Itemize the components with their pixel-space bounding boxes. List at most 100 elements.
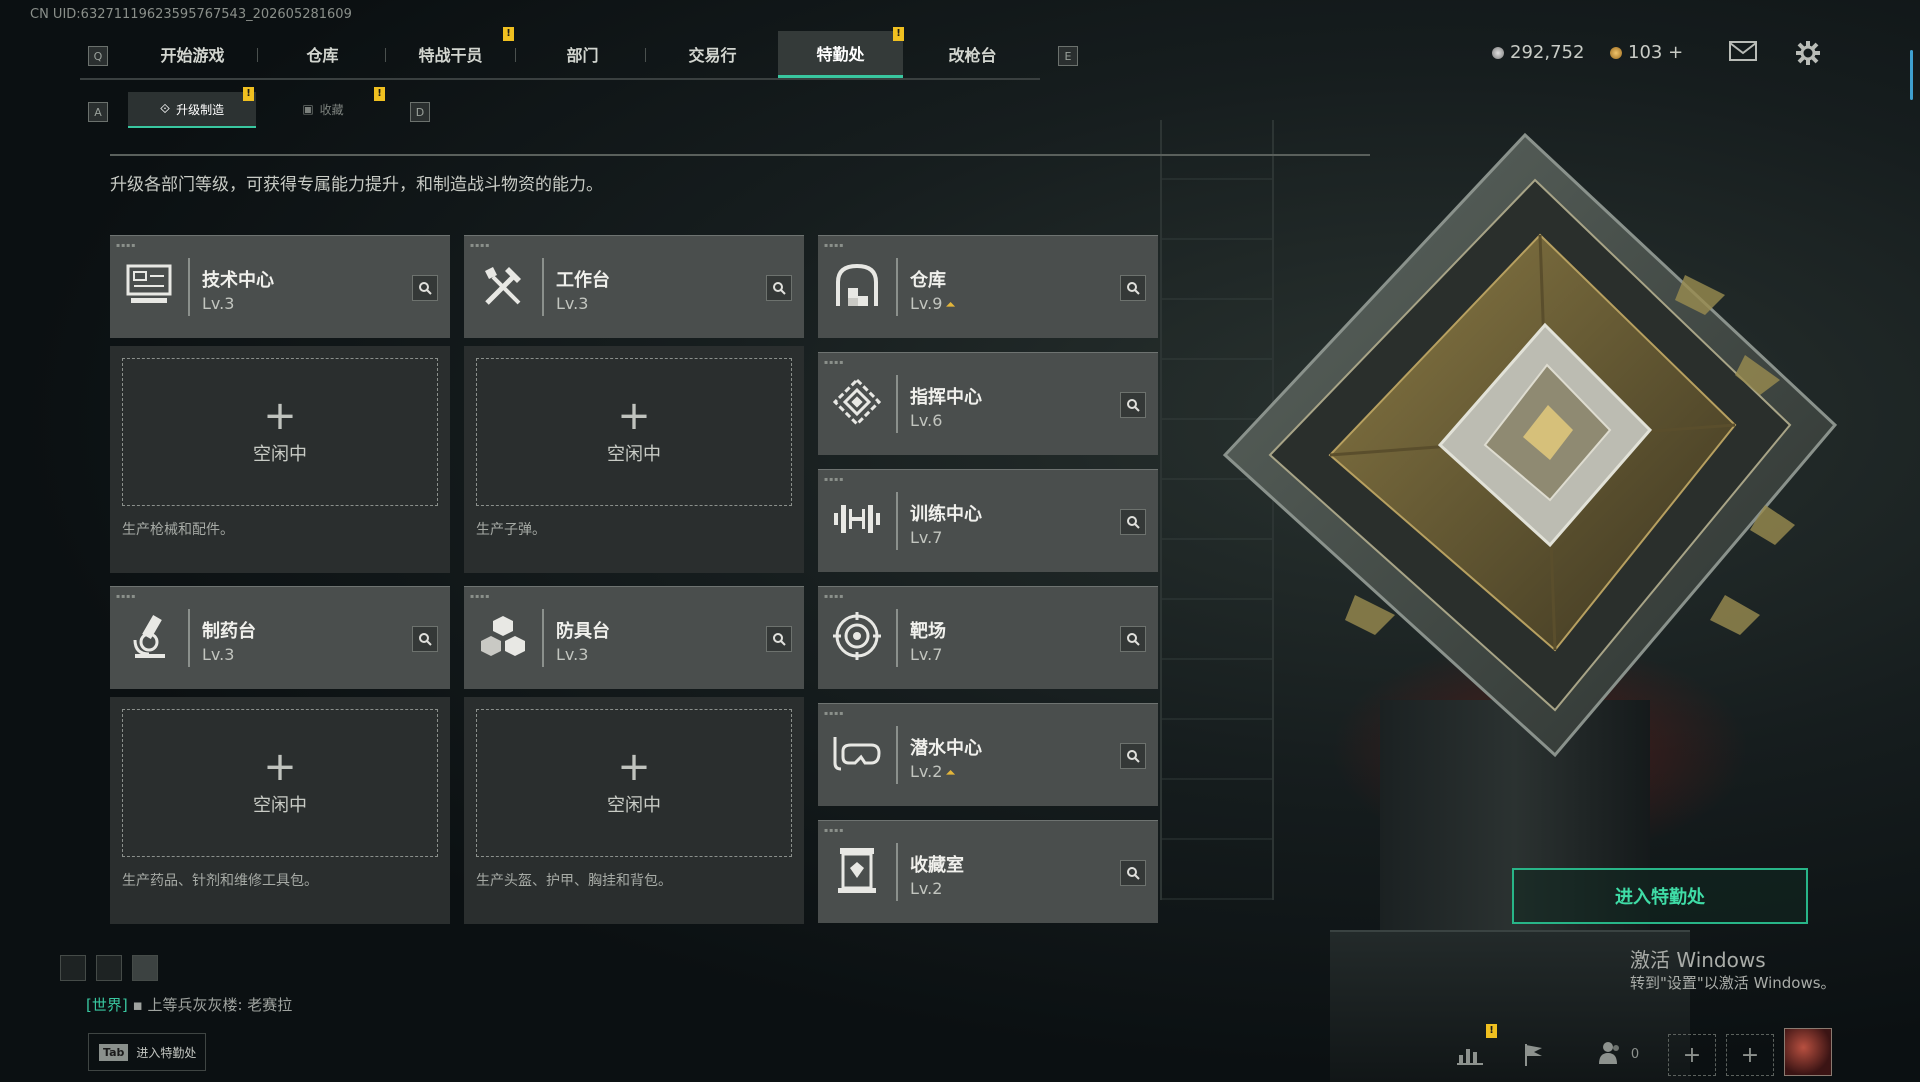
add-production-button[interactable]: + 空闲中 bbox=[122, 709, 438, 857]
search-icon[interactable] bbox=[1120, 275, 1146, 301]
tab-operators[interactable]: 特战干员 bbox=[398, 31, 503, 77]
card-tag: ▪▪▪▪ bbox=[824, 827, 845, 834]
flag-icon[interactable] bbox=[1516, 1034, 1552, 1074]
tab-department[interactable]: 部门 bbox=[530, 31, 635, 77]
search-icon[interactable] bbox=[1120, 743, 1146, 769]
slot-status: 空闲中 bbox=[607, 795, 661, 816]
card-divider bbox=[896, 375, 898, 433]
station-card-pharmacy[interactable]: ▪▪▪▪ 制药台 Lv.3 bbox=[110, 586, 450, 689]
station-card-tech-center[interactable]: ▪▪▪▪ 技术中心 Lv.3 bbox=[110, 235, 450, 338]
card-divider bbox=[188, 609, 190, 667]
station-name: 工作台 bbox=[556, 270, 610, 291]
department-card-collection-room[interactable]: ▪▪▪▪ 收藏室 Lv.2 bbox=[818, 820, 1158, 923]
department-name: 收藏室 bbox=[910, 855, 964, 876]
slot-status: 空闲中 bbox=[253, 444, 307, 465]
tools-icon bbox=[476, 258, 530, 312]
collection-icon: ▣ bbox=[302, 102, 314, 116]
search-icon[interactable] bbox=[412, 626, 438, 652]
friends-icon bbox=[1597, 1040, 1623, 1068]
chat-message[interactable]: [世界] ▪ 上等兵灰灰楼: 老赛拉 bbox=[86, 994, 292, 1015]
chat-channel-toggle[interactable] bbox=[96, 955, 122, 981]
gold-currency[interactable]: 103 + bbox=[1610, 42, 1683, 63]
station-card-workbench[interactable]: ▪▪▪▪ 工作台 Lv.3 bbox=[464, 235, 804, 338]
slot-description: 生产子弹。 bbox=[476, 522, 546, 538]
station-level: Lv.3 bbox=[556, 645, 589, 664]
silver-currency[interactable]: 292,752 bbox=[1492, 42, 1584, 63]
station-card-armor-bench[interactable]: ▪▪▪▪ 防具台 Lv.3 bbox=[464, 586, 804, 689]
add-production-button[interactable]: + 空闲中 bbox=[122, 358, 438, 506]
subtab-upgrade-craft[interactable]: ⟐ 升级制造 bbox=[128, 92, 256, 128]
department-card-shooting-range[interactable]: ▪▪▪▪ 靶场 Lv.7 bbox=[818, 586, 1158, 689]
key-hint-q: Q bbox=[88, 46, 108, 66]
gear-icon[interactable] bbox=[1793, 40, 1823, 66]
alert-badge: ! bbox=[893, 27, 904, 41]
tab-safehouse[interactable]: 特勤处 bbox=[778, 31, 903, 78]
slot-status: 空闲中 bbox=[253, 795, 307, 816]
search-icon[interactable] bbox=[766, 275, 792, 301]
upgrade-icon: ⟐ bbox=[159, 101, 171, 117]
department-name: 训练中心 bbox=[910, 504, 982, 525]
production-slot-armor-bench: + 空闲中 生产头盔、护甲、胸挂和背包。 bbox=[464, 697, 804, 924]
tab-gunsmith[interactable]: 改枪台 bbox=[915, 31, 1030, 77]
search-icon[interactable] bbox=[1120, 860, 1146, 886]
chat-channel-toggle[interactable] bbox=[132, 955, 158, 981]
slot-description: 生产药品、针剂和维修工具包。 bbox=[122, 873, 318, 889]
search-icon[interactable] bbox=[412, 275, 438, 301]
card-tag: ▪▪▪▪ bbox=[470, 593, 491, 600]
add-teammate-button[interactable]: + bbox=[1668, 1034, 1716, 1076]
search-icon[interactable] bbox=[1120, 392, 1146, 418]
level-text: Lv.9 bbox=[910, 294, 943, 313]
department-card-training-center[interactable]: ▪▪▪▪ 训练中心 Lv.7 bbox=[818, 469, 1158, 572]
search-icon[interactable] bbox=[766, 626, 792, 652]
department-name: 仓库 bbox=[910, 270, 946, 291]
silver-amount: 292,752 bbox=[1510, 42, 1585, 63]
microscope-icon bbox=[122, 609, 176, 663]
department-level: Lv.6 bbox=[910, 411, 943, 430]
department-card-diving-center[interactable]: ▪▪▪▪ 潜水中心 Lv.2 ⏶ bbox=[818, 703, 1158, 806]
station-level: Lv.3 bbox=[202, 294, 235, 313]
tab-warehouse[interactable]: 仓库 bbox=[270, 31, 375, 77]
subtab-collection[interactable]: ▣ 收藏 bbox=[268, 92, 378, 126]
tab-hint-label: 进入特勤处 bbox=[136, 1045, 197, 1060]
production-slot-pharmacy: + 空闲中 生产药品、针剂和维修工具包。 bbox=[110, 697, 450, 924]
alert-badge: ! bbox=[243, 87, 254, 101]
card-tag: ▪▪▪▪ bbox=[116, 593, 137, 600]
card-divider bbox=[896, 492, 898, 550]
station-level: Lv.3 bbox=[556, 294, 589, 313]
department-card-warehouse[interactable]: ▪▪▪▪ 仓库 Lv.9 ⏶ bbox=[818, 235, 1158, 338]
tab-separator bbox=[385, 48, 386, 62]
armor-blocks-icon bbox=[476, 609, 530, 663]
tab-trade[interactable]: 交易行 bbox=[660, 31, 765, 77]
tab-key-hint[interactable]: Tab 进入特勤处 bbox=[88, 1033, 206, 1071]
add-teammate-button[interactable]: + bbox=[1726, 1034, 1774, 1076]
friends-button[interactable]: 0 bbox=[1588, 1034, 1648, 1074]
tab-start-game[interactable]: 开始游戏 bbox=[140, 31, 245, 77]
department-level: Lv.2 bbox=[910, 879, 943, 898]
windows-activation-title: 激活 Windows bbox=[1630, 948, 1766, 972]
card-divider bbox=[896, 258, 898, 316]
scroll-indicator bbox=[1910, 50, 1913, 100]
plus-icon: + bbox=[617, 393, 651, 439]
department-card-command-center[interactable]: ▪▪▪▪ 指挥中心 Lv.6 bbox=[818, 352, 1158, 455]
plus-icon: + bbox=[1740, 1042, 1760, 1068]
player-uid: CN UID:632711196235957675​43_20260528160… bbox=[30, 7, 352, 22]
department-name: 潜水中心 bbox=[910, 738, 982, 759]
department-level: Lv.7 bbox=[910, 528, 943, 547]
gold-amount: 103 + bbox=[1628, 42, 1684, 63]
computer-icon bbox=[122, 258, 176, 312]
friends-count: 0 bbox=[1630, 1046, 1640, 1062]
search-icon[interactable] bbox=[1120, 509, 1146, 535]
card-divider bbox=[896, 609, 898, 667]
search-icon[interactable] bbox=[1120, 626, 1146, 652]
dumbbell-icon bbox=[830, 492, 884, 546]
avatar[interactable] bbox=[1784, 1028, 1832, 1076]
stats-icon[interactable] bbox=[1452, 1034, 1488, 1074]
diving-mask-icon bbox=[830, 726, 884, 780]
mail-icon[interactable] bbox=[1728, 40, 1758, 66]
add-production-button[interactable]: + 空闲中 bbox=[476, 709, 792, 857]
chat-channel-toggle[interactable] bbox=[60, 955, 86, 981]
enter-safehouse-button[interactable]: 进入特勤处 bbox=[1512, 868, 1808, 924]
slot-description: 生产枪械和配件。 bbox=[122, 522, 234, 538]
slot-description: 生产头盔、护甲、胸挂和背包。 bbox=[476, 873, 672, 889]
add-production-button[interactable]: + 空闲中 bbox=[476, 358, 792, 506]
